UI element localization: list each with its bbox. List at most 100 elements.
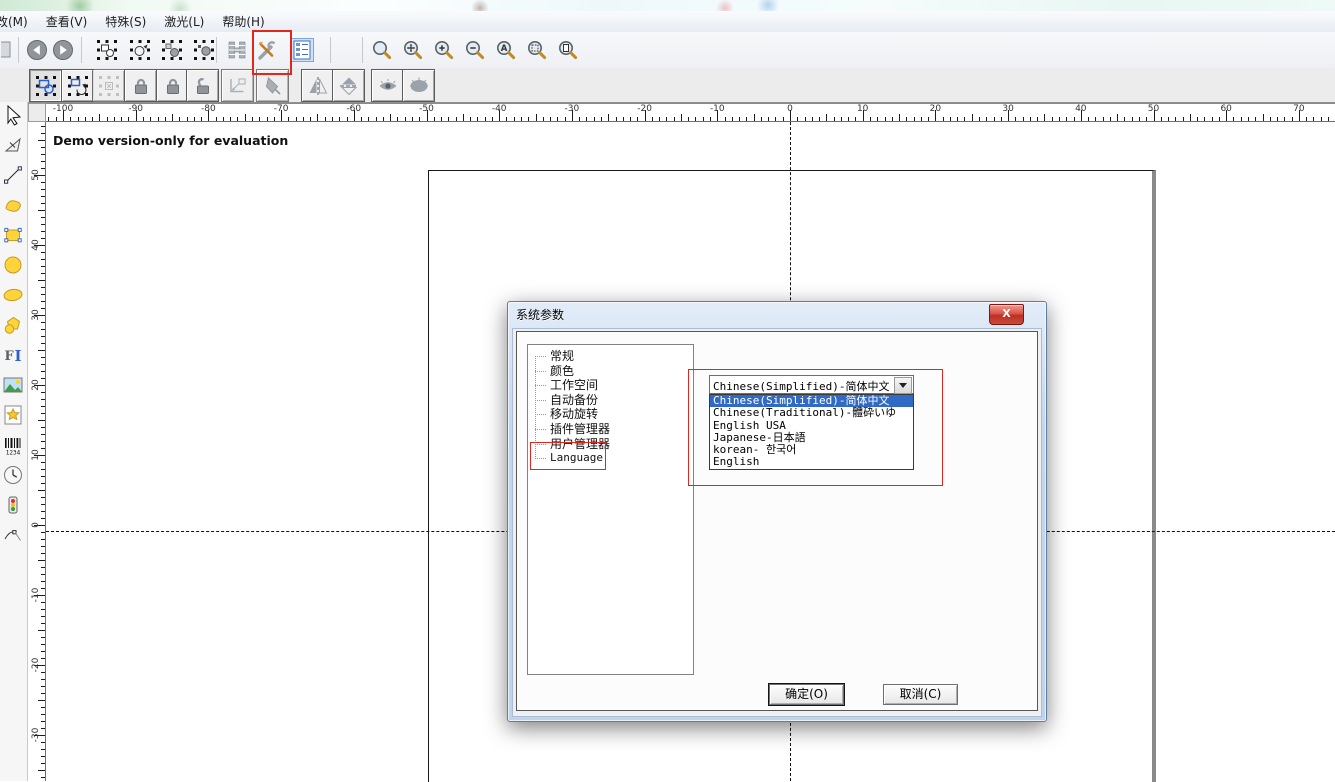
- preview-button[interactable]: [371, 69, 404, 102]
- zoom-out-button[interactable]: [464, 39, 486, 61]
- tool-ellipse[interactable]: [2, 284, 25, 307]
- ruler-tick: [41, 511, 45, 512]
- ruler-tick: [550, 117, 551, 121]
- tree-item-用户管理器[interactable]: 用户管理器: [528, 437, 693, 452]
- zoom-selection-button[interactable]: [526, 39, 548, 61]
- menu-modify[interactable]: 改(M): [0, 12, 37, 33]
- snap-rotate-button[interactable]: [129, 39, 151, 61]
- tool-select[interactable]: [2, 104, 25, 127]
- ruler-tick: [310, 117, 311, 121]
- fill-button[interactable]: [256, 69, 289, 102]
- language-combobox[interactable]: Chinese(Simplified)-简体中文: [709, 375, 914, 394]
- snap-nodes-button[interactable]: [96, 39, 118, 61]
- tool-curve[interactable]: [2, 194, 25, 217]
- hatch-icon: [226, 39, 248, 61]
- snap-move-button[interactable]: [161, 39, 183, 61]
- tool-pen[interactable]: [2, 524, 25, 547]
- tool-vector-file[interactable]: [2, 404, 25, 427]
- cancel-button[interactable]: 取消(C): [883, 684, 958, 705]
- tool-io[interactable]: [2, 494, 25, 517]
- menu-help[interactable]: 帮助(H): [213, 12, 273, 33]
- tool-polygon[interactable]: [2, 314, 25, 337]
- ruler-tick: [695, 117, 696, 121]
- ruler-label: 30: [993, 104, 1023, 114]
- back-button[interactable]: [26, 39, 48, 61]
- ruler-tick: [194, 117, 195, 121]
- ok-button[interactable]: 确定(O): [769, 684, 844, 705]
- ruler-tick: [325, 117, 326, 121]
- doc-partial-icon[interactable]: [1, 39, 23, 61]
- object-list-button[interactable]: [291, 39, 313, 61]
- hatch-button[interactable]: [226, 39, 248, 61]
- clock-icon: [2, 464, 24, 486]
- menu-laser[interactable]: 激光(L): [155, 12, 213, 33]
- svg-text:F: F: [5, 349, 15, 364]
- select-rotate-button[interactable]: [61, 69, 94, 102]
- settings-tree: 常规颜色工作空间自动备份移动旋转插件管理器用户管理器Language: [527, 344, 694, 675]
- tool-circle[interactable]: [2, 254, 25, 277]
- ruler-tick: [594, 117, 595, 121]
- combo-dropdown-button[interactable]: [894, 377, 912, 394]
- tool-line[interactable]: [2, 164, 25, 187]
- tool-node-edit[interactable]: [2, 134, 25, 157]
- tree-item-移动旋转[interactable]: 移动旋转: [528, 407, 693, 422]
- tree-item-工作空间[interactable]: 工作空间: [528, 378, 693, 393]
- tree-item-颜色[interactable]: 颜色: [528, 364, 693, 379]
- select-transform-button[interactable]: [29, 69, 62, 102]
- tool-bitmap[interactable]: [2, 374, 25, 397]
- iolight-icon: [2, 494, 24, 516]
- zoom-all-button[interactable]: A: [495, 39, 517, 61]
- zoom-pan-button[interactable]: [402, 39, 424, 61]
- mirror-horizontal-button[interactable]: [301, 69, 334, 102]
- ruler-tick: [485, 117, 486, 121]
- ruler-label: -90: [121, 104, 151, 114]
- ruler-tick: [41, 224, 45, 225]
- ruler-tick: [41, 651, 45, 652]
- zoom-page-button[interactable]: [557, 39, 579, 61]
- tree-item-插件管理器[interactable]: 插件管理器: [528, 422, 693, 437]
- tree-item-Language[interactable]: Language: [528, 451, 693, 466]
- move-to-origin-button[interactable]: [221, 69, 254, 102]
- zoom-in-button[interactable]: [433, 39, 455, 61]
- ruler-tick: [1270, 117, 1271, 121]
- ruler-tick: [1146, 117, 1147, 121]
- menu-view[interactable]: 查看(V): [37, 12, 97, 33]
- ruler-tick: [41, 364, 45, 365]
- language-option[interactable]: English: [710, 456, 913, 468]
- tool-barcode[interactable]: 1234: [2, 434, 25, 457]
- ruler-tick: [41, 756, 45, 757]
- mirror-vertical-button[interactable]: [332, 69, 365, 102]
- tool-delay[interactable]: [2, 464, 25, 487]
- ruler-tick: [237, 117, 238, 121]
- system-params-button[interactable]: [256, 39, 278, 61]
- ruler-tick: [1183, 117, 1184, 121]
- tool-text[interactable]: FI: [2, 344, 25, 367]
- ruler-tick: [165, 117, 166, 121]
- language-option[interactable]: Chinese(Traditional)-體砕いゆ: [710, 407, 913, 419]
- ruler-tick: [41, 406, 45, 407]
- lock-button[interactable]: [124, 69, 157, 102]
- menu-special[interactable]: 特殊(S): [96, 12, 155, 33]
- lock-icon: [130, 75, 152, 97]
- ruler-tick: [1059, 117, 1060, 121]
- mirrh-icon: [307, 75, 329, 97]
- tool-rectangle[interactable]: [2, 224, 25, 247]
- lock-alt-button[interactable]: [156, 69, 189, 102]
- ruler-tick: [361, 117, 362, 121]
- nodes3-icon: [161, 39, 183, 61]
- unlock-button[interactable]: [186, 69, 219, 102]
- tree-item-自动备份[interactable]: 自动备份: [528, 393, 693, 408]
- ruler-tick: [41, 168, 45, 169]
- close-button[interactable]: X: [989, 304, 1024, 325]
- zoom-tool-button[interactable]: [371, 39, 393, 61]
- tree-item-常规[interactable]: 常规: [528, 349, 693, 364]
- ruler-tick: [637, 117, 638, 121]
- ruler-tick: [41, 161, 45, 162]
- ruler-tick: [1284, 117, 1285, 121]
- preview-alt-button[interactable]: [402, 69, 435, 102]
- forward-button[interactable]: [52, 39, 74, 61]
- ruler-tick: [1197, 117, 1198, 121]
- snap-copy-button[interactable]: [193, 39, 215, 61]
- array-button[interactable]: [92, 69, 125, 102]
- ruler-label: -80: [193, 104, 223, 114]
